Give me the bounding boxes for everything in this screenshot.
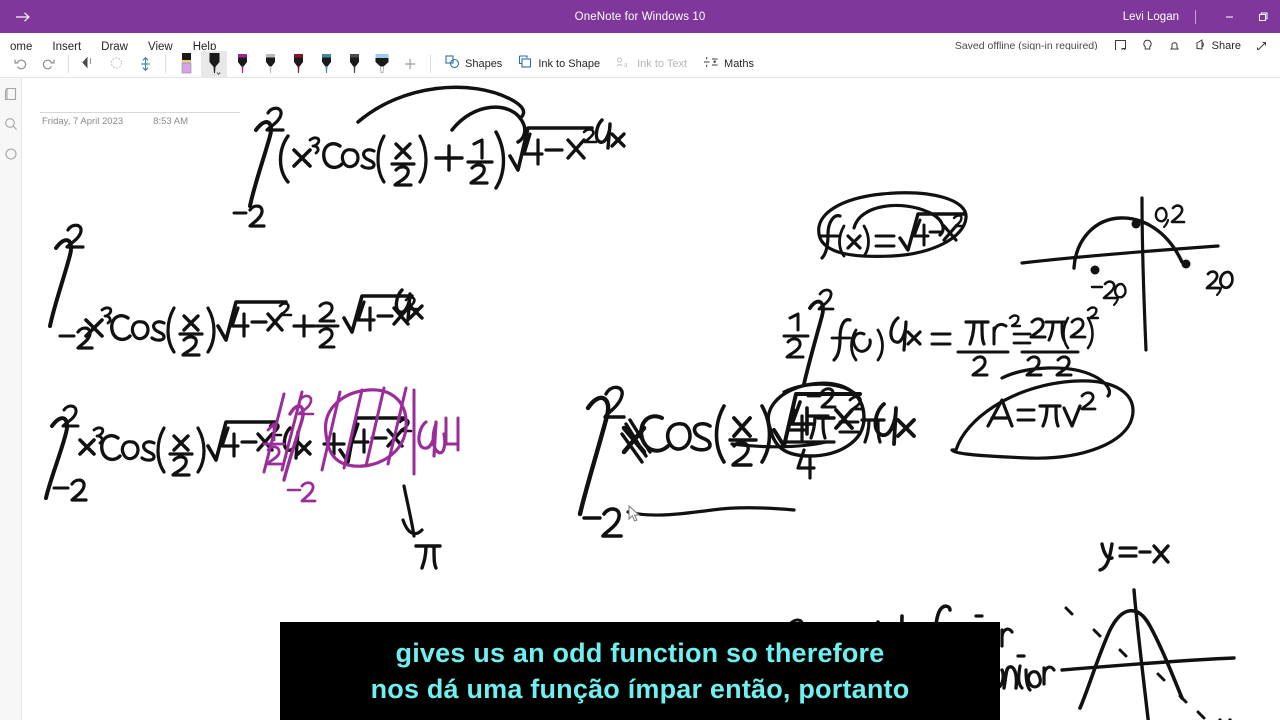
redo-icon[interactable]: [35, 51, 61, 77]
title-bar-right: Levi Logan: [1123, 0, 1280, 33]
divider: [165, 54, 166, 73]
subtitle-line-english: gives us an odd function so therefore: [395, 638, 885, 668]
arrow-right-icon[interactable]: [0, 0, 46, 33]
lasso-add-icon[interactable]: [104, 51, 130, 77]
left-rail: [0, 78, 22, 720]
lasso-select-icon[interactable]: I: [76, 51, 102, 77]
pen-teal[interactable]: [313, 51, 339, 77]
shapes-icon: [445, 55, 460, 72]
add-pen-button[interactable]: [397, 51, 423, 77]
subtitle-line-portuguese: nos dá uma função ímpar então, portanto: [370, 674, 910, 704]
minimize-button[interactable]: [1212, 0, 1246, 33]
pen-silver[interactable]: [257, 51, 283, 77]
maths-label: Maths: [724, 57, 754, 70]
subtitle-overlay: gives us an odd function so therefore no…: [280, 622, 1000, 720]
ink-to-text-label: Ink to Text: [637, 57, 688, 70]
restore-button[interactable]: [1246, 0, 1280, 33]
ink-to-text-button[interactable]: a Ink to Text: [608, 51, 695, 77]
highlighter-light-blue[interactable]: [369, 51, 395, 77]
divider: [68, 54, 69, 73]
ink-to-text-icon: a: [616, 55, 632, 72]
maths-button[interactable]: Maths: [695, 51, 762, 77]
draw-ribbon: I Shapes Ink to Shape a Ink to Text Math…: [0, 50, 1280, 78]
undo-icon[interactable]: [7, 51, 33, 77]
account-name[interactable]: Levi Logan: [1123, 11, 1193, 23]
divider: [430, 54, 431, 73]
pen-charcoal[interactable]: [341, 51, 367, 77]
shapes-label: Shapes: [465, 57, 503, 70]
divider: [1195, 9, 1196, 24]
pen-dark-red[interactable]: [285, 51, 311, 77]
ink-to-shape-label: Ink to Shape: [538, 57, 601, 70]
search-icon[interactable]: [3, 116, 19, 132]
ink-to-shape-button[interactable]: Ink to Shape: [510, 51, 608, 77]
onenote-window: OneNote for Windows 10 Levi Logan ome In…: [0, 0, 1280, 720]
title-bar: OneNote for Windows 10 Levi Logan: [0, 0, 1280, 33]
pen-black[interactable]: [201, 50, 227, 77]
pen-magenta[interactable]: [229, 51, 255, 77]
pages-icon[interactable]: [3, 146, 19, 162]
notebooks-icon[interactable]: [3, 86, 19, 102]
svg-text:a: a: [624, 60, 628, 69]
insert-space-icon[interactable]: [132, 51, 158, 77]
shapes-button[interactable]: Shapes: [437, 51, 510, 77]
svg-text:I: I: [89, 57, 92, 65]
window-title: OneNote for Windows 10: [574, 10, 706, 23]
maths-icon: [703, 55, 719, 72]
mouse-cursor: [628, 504, 641, 528]
ink-to-shape-icon: [518, 55, 533, 72]
eraser-tool[interactable]: [173, 51, 199, 77]
